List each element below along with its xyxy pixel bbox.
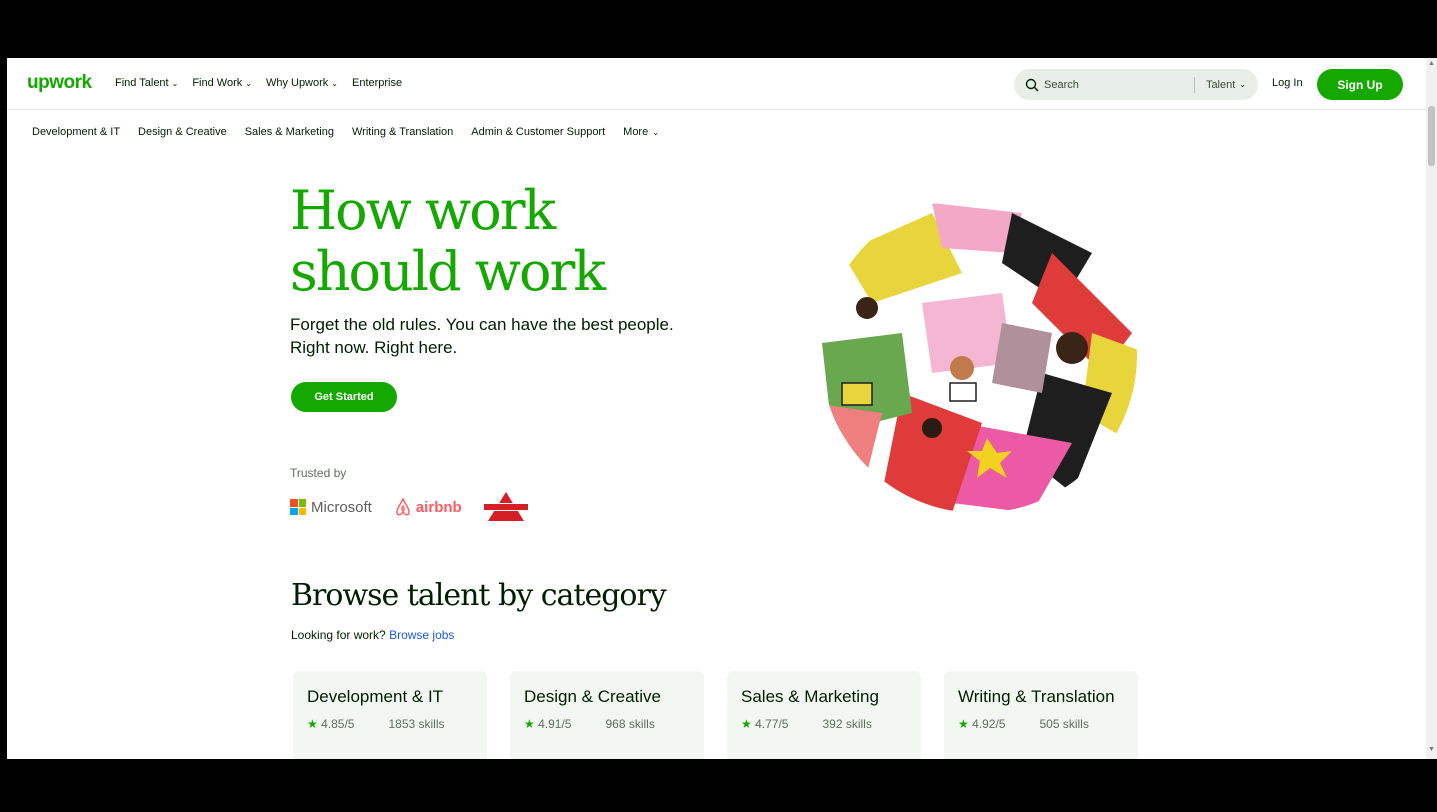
star-icon: ★ bbox=[307, 717, 318, 731]
hero-subtitle: Forget the old rules. You can have the b… bbox=[290, 315, 674, 357]
scrollbar[interactable]: ▲ ▼ bbox=[1426, 58, 1437, 759]
category-sales[interactable]: Sales & Marketing bbox=[245, 126, 334, 138]
search-input[interactable]: Search bbox=[1044, 79, 1194, 91]
nav-find-talent[interactable]: Find Talent ⌄ bbox=[115, 77, 178, 89]
nav-find-work[interactable]: Find Work ⌄ bbox=[192, 77, 252, 89]
main-nav: Find Talent ⌄ Find Work ⌄ Why Upwork ⌄ Ente… bbox=[115, 77, 402, 89]
category-development[interactable]: Development & IT bbox=[32, 126, 120, 138]
category-writing[interactable]: Writing & Translation bbox=[352, 126, 453, 138]
nav-why-upwork[interactable]: Why Upwork ⌄ bbox=[266, 77, 338, 89]
browse-title: Browse talent by category bbox=[291, 578, 667, 613]
chevron-down-icon: ⌄ bbox=[331, 78, 338, 88]
airbnb-icon bbox=[395, 497, 410, 516]
microsoft-icon bbox=[290, 499, 306, 515]
browse-subtitle: Looking for work? Browse jobs bbox=[291, 628, 455, 642]
scroll-down-arrow[interactable]: ▼ bbox=[1428, 746, 1435, 753]
category-card[interactable]: Development & IT ★ 4.85/5 1853 skills bbox=[293, 671, 487, 759]
category-cards: Development & IT ★ 4.85/5 1853 skills Des… bbox=[293, 671, 1138, 759]
category-more[interactable]: More ⌄ bbox=[623, 126, 659, 138]
browse-jobs-link[interactable]: Browse jobs bbox=[389, 628, 454, 642]
upwork-logo[interactable]: upwork bbox=[27, 72, 92, 94]
scrollbar-thumb[interactable] bbox=[1428, 106, 1435, 166]
search-bar[interactable]: Search Talent ⌄ bbox=[1014, 69, 1258, 100]
chevron-down-icon: ⌄ bbox=[652, 127, 659, 137]
signup-button[interactable]: Sign Up bbox=[1317, 69, 1403, 100]
nav-enterprise[interactable]: Enterprise bbox=[352, 77, 402, 89]
category-card[interactable]: Sales & Marketing ★ 4.77/5 392 skills bbox=[727, 671, 921, 759]
scroll-up-arrow[interactable]: ▲ bbox=[1428, 60, 1435, 67]
star-icon: ★ bbox=[524, 717, 535, 731]
category-card[interactable]: Writing & Translation ★ 4.92/5 505 skills bbox=[944, 671, 1138, 759]
chevron-down-icon: ⌄ bbox=[1239, 80, 1246, 89]
top-navigation: upwork Find Talent ⌄ Find Work ⌄ Why Upwor… bbox=[7, 58, 1426, 110]
category-card[interactable]: Design & Creative ★ 4.91/5 968 skills bbox=[510, 671, 704, 759]
category-admin[interactable]: Admin & Customer Support bbox=[471, 126, 605, 138]
star-icon: ★ bbox=[958, 717, 969, 731]
trusted-logos: Microsoft airbnb bbox=[290, 492, 528, 522]
trusted-by-label: Trusted by bbox=[290, 466, 347, 480]
bissell-icon bbox=[483, 492, 528, 521]
category-design[interactable]: Design & Creative bbox=[138, 126, 227, 138]
category-nav: Development & IT Design & Creative Sales… bbox=[32, 126, 659, 138]
chevron-down-icon: ⌄ bbox=[171, 78, 179, 88]
microsoft-logo: Microsoft bbox=[290, 499, 372, 516]
airbnb-logo: airbnb bbox=[394, 497, 462, 517]
login-link[interactable]: Log In bbox=[1272, 77, 1303, 89]
get-started-button[interactable]: Get Started bbox=[291, 382, 397, 412]
bissell-logo bbox=[483, 492, 528, 522]
star-icon: ★ bbox=[741, 717, 752, 731]
search-icon bbox=[1025, 78, 1039, 91]
hero-illustration bbox=[821, 197, 1137, 513]
chevron-down-icon: ⌄ bbox=[245, 78, 252, 88]
search-scope-select[interactable]: Talent ⌄ bbox=[1195, 79, 1258, 91]
hero-title: How work should work bbox=[290, 179, 606, 303]
browser-viewport: upwork Find Talent ⌄ Find Work ⌄ Why Upwor… bbox=[7, 58, 1437, 759]
